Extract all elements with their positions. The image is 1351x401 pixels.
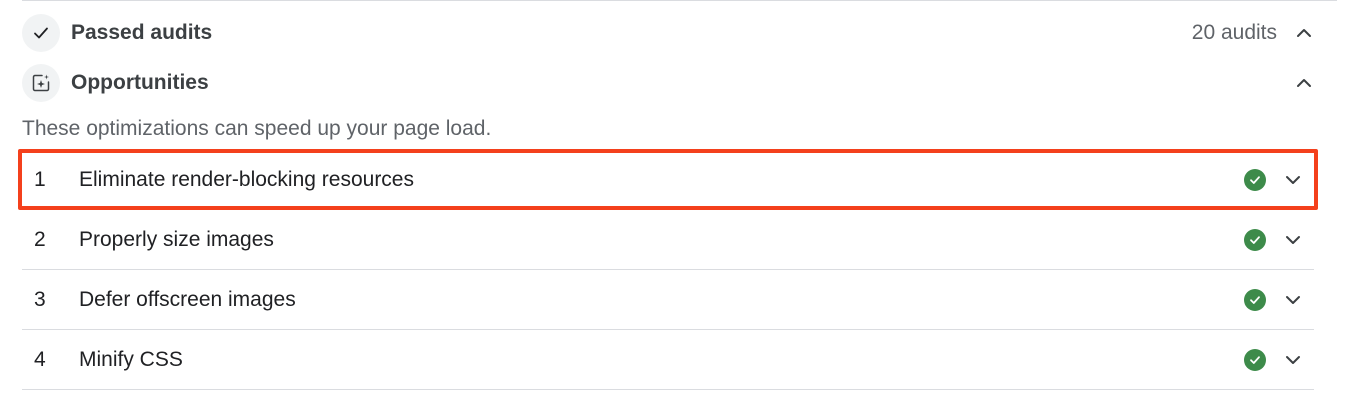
check-circle-icon xyxy=(1244,348,1266,371)
opportunities-list: 1 Eliminate render-blocking resources 2 … xyxy=(18,149,1318,390)
passed-audits-title: Passed audits xyxy=(71,21,213,44)
audits-panel: Passed audits 20 audits Opportunities Th… xyxy=(0,0,1351,401)
chevron-up-icon[interactable] xyxy=(1293,22,1315,44)
list-item[interactable]: 1 Eliminate render-blocking resources xyxy=(18,149,1318,210)
opportunities-header[interactable]: Opportunities xyxy=(22,64,1315,102)
check-circle-icon xyxy=(1244,288,1266,311)
chevron-down-icon[interactable] xyxy=(1282,229,1304,251)
audit-count: 20 audits xyxy=(1191,21,1277,44)
sparkle-page-icon xyxy=(22,64,60,102)
top-divider xyxy=(22,0,1337,1)
check-circle-icon xyxy=(1244,168,1266,191)
item-label: Properly size images xyxy=(79,227,274,251)
item-label: Defer offscreen images xyxy=(79,287,296,311)
list-item[interactable]: 2 Properly size images xyxy=(22,210,1314,270)
check-circle-icon xyxy=(1244,228,1266,251)
opportunities-description: These optimizations can speed up your pa… xyxy=(22,117,492,140)
chevron-up-icon[interactable] xyxy=(1293,72,1315,94)
chevron-down-icon[interactable] xyxy=(1282,349,1304,371)
item-label: Eliminate render-blocking resources xyxy=(79,167,414,191)
checkmark-icon xyxy=(22,14,60,52)
item-number: 2 xyxy=(34,227,46,251)
chevron-down-icon[interactable] xyxy=(1282,289,1304,311)
list-item[interactable]: 3 Defer offscreen images xyxy=(22,270,1314,330)
item-number: 1 xyxy=(34,167,46,191)
item-number: 4 xyxy=(34,347,46,371)
passed-audits-header[interactable]: Passed audits 20 audits xyxy=(22,14,1315,52)
item-label: Minify CSS xyxy=(79,347,183,371)
item-number: 3 xyxy=(34,287,46,311)
opportunities-title: Opportunities xyxy=(71,71,209,94)
list-item[interactable]: 4 Minify CSS xyxy=(22,330,1314,390)
chevron-down-icon[interactable] xyxy=(1282,169,1304,191)
